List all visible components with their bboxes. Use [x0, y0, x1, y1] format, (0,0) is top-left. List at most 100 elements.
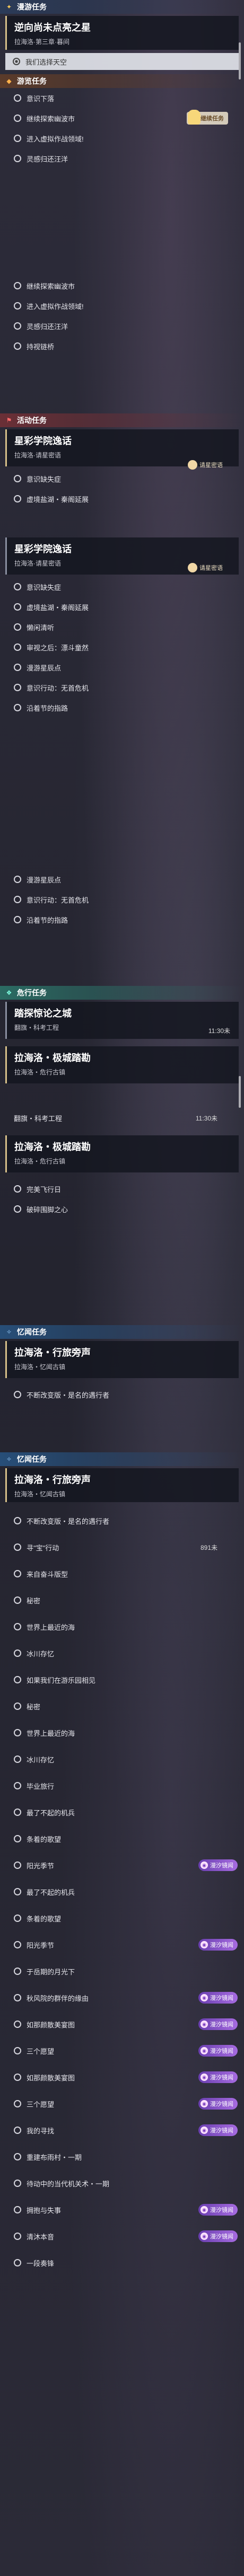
list-item[interactable]: 秋风院的群伴的缘由 ◉ 漫汐镜闻 — [0, 1984, 244, 2011]
list-item[interactable]: 三个愿望 ◉ 漫汐镜闻 — [0, 2037, 244, 2064]
list-item[interactable]: 冰川存忆 — [0, 1746, 244, 1772]
list-item[interactable]: 沿着节的指路 — [0, 698, 244, 718]
list-item[interactable]: 待动中的当代机关术・一期 — [0, 2170, 244, 2196]
list-item[interactable]: 意识缺失症 请星密语 — [0, 460, 244, 489]
memory-badge-label: 漫汐镜闻 — [210, 1995, 233, 2001]
list-item-label: 漫游星辰点 — [27, 664, 62, 672]
list-item-label: 冰川存忆 — [27, 1649, 55, 1658]
list-item[interactable]: 灵感归还汪洋 — [0, 316, 244, 336]
circle-icon — [14, 2180, 21, 2187]
list-item[interactable]: 灵感归还汪洋 — [0, 148, 244, 169]
memory-quest-header[interactable]: ✧ 忆闻任务 — [0, 1452, 244, 1466]
memory-badge[interactable]: ◉ 漫汐镜闻 — [198, 2230, 238, 2242]
list-item[interactable]: 于岳期的月光下 — [0, 1958, 244, 1984]
quest-time: 11:30未 — [195, 1114, 217, 1122]
risk-quest-card[interactable]: 拉海洛・极城踏勘 拉海洛・危行古镇 — [5, 1135, 239, 1172]
circle-icon — [14, 495, 21, 502]
list-item[interactable]: 审视之后：漂斗童然 — [0, 637, 244, 657]
mask-icon: ◉ — [201, 2100, 208, 2107]
list-item[interactable]: 最了不起的机兵 — [0, 1878, 244, 1905]
circle-icon — [14, 302, 21, 310]
list-item[interactable]: 漫游星辰点 — [0, 869, 244, 889]
risk-quest-card[interactable]: 拉海洛・极城踏勘 拉海洛・危行古镇 — [5, 1046, 239, 1083]
list-item-label: 漫游星辰点 — [27, 876, 62, 884]
circle-icon — [14, 1702, 21, 1710]
memory-badge[interactable]: ◉ 漫汐镜闻 — [198, 2018, 238, 2030]
circle-icon — [14, 282, 21, 289]
list-item[interactable]: 虚境盐湖・秦阁延展 — [0, 489, 244, 509]
list-item[interactable]: 条着的歌望 — [0, 1905, 244, 1931]
list-item[interactable]: 不断改变版・是名的遇行者 — [0, 1507, 244, 1534]
memory-badge[interactable]: ◉ 漫汐镜闻 — [198, 1859, 238, 1871]
list-item[interactable]: 毕业旅行 — [0, 1772, 244, 1799]
list-item[interactable]: 秘密 — [0, 1693, 244, 1719]
list-item[interactable]: 冰川存忆 — [0, 1640, 244, 1666]
list-item[interactable]: 秘密 — [0, 1587, 244, 1613]
list-item[interactable]: 持视链桥 — [0, 336, 244, 356]
hint-tag[interactable]: 请星密语 — [188, 459, 223, 471]
scrollbar[interactable] — [239, 42, 241, 80]
world-quest-header[interactable]: ✦ 漫游任务 — [0, 0, 244, 14]
list-item[interactable]: 寻"宝"行动 891未 — [0, 1534, 244, 1560]
tracked-objective[interactable]: 我们选择天空 — [5, 53, 239, 70]
list-item[interactable]: 阳光季节 ◉ 漫汐镜闻 — [0, 1931, 244, 1958]
memory-quest-card[interactable]: 拉海洛・行旅旁声 拉海洛・忆闻古镇 — [5, 1468, 239, 1502]
list-item[interactable]: 破碎围脚之心 — [0, 1199, 244, 1219]
list-item[interactable]: 阳光季节 ◉ 漫汐镜闻 — [0, 1852, 244, 1878]
list-item[interactable]: 完美飞行日 — [0, 1179, 244, 1199]
list-item[interactable]: 三个愿望 ◉ 漫汐镜闻 — [0, 2090, 244, 2117]
list-item[interactable]: 如那颜散美宴图 ◉ 漫汐镜闻 — [0, 2064, 244, 2090]
list-item[interactable]: 不断改变版・是名的遇行者 — [0, 1384, 244, 1405]
world-quest-card[interactable]: 逆向尚未点亮之星 拉海洛·第三章·暮间 — [5, 16, 239, 50]
list-item[interactable]: 继续探索幽波市 — [0, 276, 244, 296]
list-item[interactable]: 意识下落 — [0, 88, 244, 108]
list-item[interactable]: 意识缺失症 请星密语 — [0, 563, 244, 597]
list-item[interactable]: 意识行动：无首危机 — [0, 677, 244, 698]
list-item[interactable]: 进入虚拟作战领域! — [0, 296, 244, 316]
hint-tag[interactable]: 请星密语 — [188, 562, 223, 574]
risk-quest-header[interactable]: ❖ 危行任务 — [0, 986, 244, 1000]
list-item[interactable]: 最了不起的机兵 — [0, 1799, 244, 1825]
memory-badge-label: 漫汐镜闻 — [210, 2048, 233, 2054]
list-item[interactable]: 世界上最近的海 — [0, 1719, 244, 1746]
circle-icon — [14, 1676, 21, 1683]
circle-icon — [14, 643, 21, 651]
list-item[interactable]: 意识行动：无首危机 — [0, 889, 244, 910]
memory-badge[interactable]: ◉ 漫汐镜闻 — [198, 1992, 238, 2004]
risk-quest-card[interactable]: 踏探惊论之城 翻旗・科考工程 11:30未 — [5, 1002, 239, 1039]
memory-badge[interactable]: ◉ 漫汐镜闻 — [198, 2098, 238, 2110]
character-icon — [188, 110, 201, 125]
activity-quest-header[interactable]: ⚑ 活动任务 — [0, 413, 244, 427]
memory-badge[interactable]: ◉ 漫汐镜闻 — [198, 2124, 238, 2136]
memory-badge[interactable]: ◉ 漫汐镜闻 — [198, 1939, 238, 1951]
list-item[interactable]: 如那颜散美宴图 ◉ 漫汐镜闻 — [0, 2011, 244, 2037]
memory-badge[interactable]: ◉ 漫汐镜闻 — [198, 2071, 238, 2083]
memory-badge[interactable]: ◉ 漫汐镜闻 — [198, 2204, 238, 2216]
list-item[interactable]: 我的寻找 ◉ 漫汐镜闻 — [0, 2117, 244, 2143]
list-item[interactable]: 翻旗・科考工程 11:30未 — [0, 1108, 244, 1128]
continue-tag[interactable]: 继续任务 — [187, 110, 228, 125]
list-item-label: 意识缺失症 — [27, 475, 62, 483]
list-item[interactable]: 漫游星辰点 — [0, 657, 244, 677]
circle-icon — [14, 1596, 21, 1604]
tour-quest-header[interactable]: ◆ 游览任务 — [0, 74, 244, 88]
list-item[interactable]: 拥抱与失事 ◉ 漫汐镜闻 — [0, 2196, 244, 2223]
list-item[interactable]: 世界上最近的海 — [0, 1613, 244, 1640]
circle-icon — [14, 2206, 21, 2213]
list-item[interactable]: 懒闲清听 — [0, 617, 244, 637]
list-item[interactable]: 继续探索幽波市 继续任务 — [0, 108, 244, 128]
list-item-label: 于岳期的月光下 — [27, 1968, 75, 1976]
list-item[interactable]: 来自奋斗版型 — [0, 1560, 244, 1587]
memory-quest-header[interactable]: ✧ 忆闻任务 — [0, 1325, 244, 1339]
scrollbar[interactable] — [239, 1076, 241, 1108]
list-item[interactable]: 条着的歌望 — [0, 1825, 244, 1852]
list-item[interactable]: 进入虚拟作战领域! — [0, 128, 244, 148]
list-item[interactable]: 清沐本音 ◉ 漫汐镜闻 — [0, 2223, 244, 2249]
list-item[interactable]: 虚境盐湖・秦阁延展 — [0, 597, 244, 617]
list-item[interactable]: 沿着节的指路 — [0, 910, 244, 930]
memory-badge[interactable]: ◉ 漫汐镜闻 — [198, 2045, 238, 2057]
list-item[interactable]: 如果我们在游乐园相见 — [0, 1666, 244, 1693]
list-item[interactable]: 一段奏锋 — [0, 2249, 244, 2276]
memory-quest-card[interactable]: 拉海洛・行旅旁声 拉海洛・忆闻古镇 — [5, 1341, 239, 1378]
list-item[interactable]: 重建布雨村・一期 — [0, 2143, 244, 2170]
